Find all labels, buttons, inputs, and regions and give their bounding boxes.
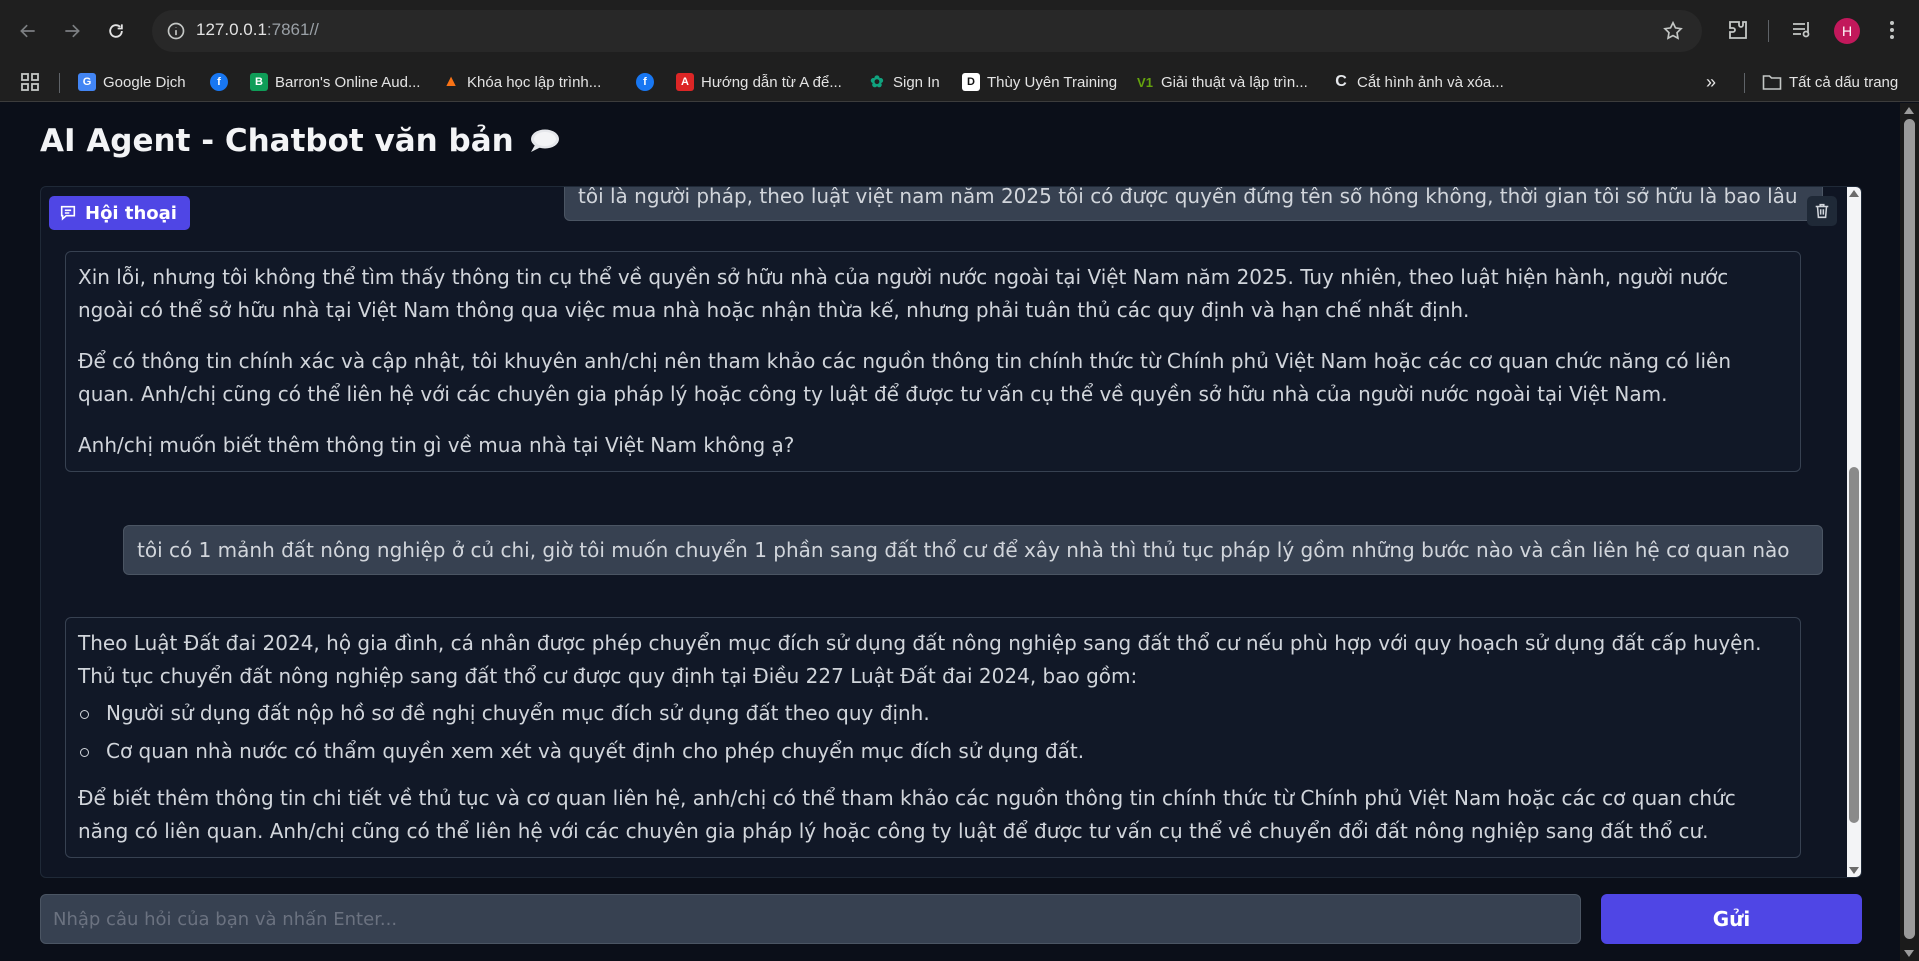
send-button[interactable]: Gửi — [1601, 894, 1862, 944]
speech-bubble-icon — [530, 129, 559, 152]
message-paragraph: Theo Luật Đất đai 2024, hộ gia đình, cá … — [78, 631, 1762, 688]
scroll-thumb[interactable] — [1904, 119, 1915, 939]
bookmark-thuy-uyen[interactable]: D Thùy Uyên Training — [962, 70, 1117, 94]
bookmark-label: Giải thuật và lập trìn... — [1161, 73, 1308, 91]
message-paragraph: Để biết thêm thông tin chi tiết về thủ t… — [78, 786, 1736, 843]
profile-avatar[interactable]: H — [1834, 18, 1860, 44]
bookmark-khoa-hoc[interactable]: ▲ Khóa học lập trình... — [442, 70, 601, 94]
book-icon: A — [676, 73, 694, 91]
chat-panel[interactable]: Hội thoại tôi là người pháp, theo luật v… — [40, 186, 1862, 878]
scroll-up-arrow[interactable] — [1904, 107, 1914, 114]
all-bookmarks-label: Tất cả dấu trang — [1789, 73, 1899, 91]
bookmark-label: Google Dịch — [103, 73, 186, 91]
message-text: tôi có 1 mảnh đất nông nghiệp ở củ chi, … — [137, 537, 1790, 562]
barrons-icon: B — [250, 73, 268, 91]
list-item: Người sử dụng đất nộp hồ sơ đề nghị chuy… — [78, 697, 1788, 730]
training-icon: D — [962, 73, 980, 91]
forward-button[interactable] — [52, 11, 92, 51]
folder-icon — [1762, 75, 1782, 90]
extensions-icon[interactable] — [1726, 18, 1750, 42]
bookmark-google-dich[interactable]: G Google Dịch — [78, 70, 186, 94]
site-info-icon[interactable] — [166, 21, 186, 41]
list-item: Cơ quan nhà nước có thẩm quyền xem xét v… — [78, 735, 1788, 768]
browser-toolbar: 127.0.0.1:7861// H — [0, 0, 1919, 62]
page-scrollbar[interactable] — [1900, 103, 1919, 961]
clear-chat-button[interactable] — [1807, 196, 1837, 226]
menu-kebab-icon[interactable] — [1880, 18, 1904, 42]
more-bookmarks-chevron-icon[interactable]: » — [1706, 70, 1716, 94]
bookmarks-divider — [1744, 73, 1745, 93]
message-text: tôi là người pháp, theo luật việt nam nă… — [578, 186, 1798, 208]
bookmark-label: Barron's Online Aud... — [275, 73, 421, 91]
bookmark-barrons[interactable]: B Barron's Online Aud... — [250, 70, 420, 94]
page-title: AI Agent - Chatbot văn bản — [40, 123, 560, 159]
chat-icon — [60, 205, 76, 221]
bookmark-label: Thùy Uyên Training — [987, 73, 1118, 91]
page-title-text: AI Agent - Chatbot văn bản — [40, 123, 514, 159]
address-bar[interactable]: 127.0.0.1:7861// — [152, 10, 1702, 52]
facebook-icon: f — [210, 73, 228, 91]
bookmarks-bar: G Google Dịch f B Barron's Online Aud...… — [0, 62, 1919, 102]
toolbar-divider — [1768, 20, 1769, 42]
bookmarks-divider — [59, 73, 60, 93]
c-icon: C — [1335, 73, 1347, 90]
bookmark-cat-hinh[interactable]: C Cắt hình ảnh và xóa... — [1332, 70, 1504, 94]
bot-message: Xin lỗi, nhưng tôi không thể tìm thấy th… — [65, 251, 1801, 472]
message-paragraph: Để có thông tin chính xác và cập nhật, t… — [78, 349, 1732, 406]
bookmark-huong-dan[interactable]: A Hướng dẫn từ A để... — [676, 70, 842, 94]
bookmark-giai-thuat[interactable]: V1 Giải thuật và lập trìn... — [1136, 70, 1308, 94]
scroll-thumb[interactable] — [1849, 467, 1859, 823]
facebook-icon: f — [636, 73, 654, 91]
scroll-up-arrow[interactable] — [1849, 190, 1859, 197]
media-control-icon[interactable] — [1790, 18, 1814, 42]
bookmark-sign-in[interactable]: ✿ Sign In — [868, 70, 940, 94]
message-paragraph: Anh/chị muốn biết thêm thông tin gì về m… — [78, 433, 795, 457]
apps-grid-button[interactable] — [20, 70, 40, 94]
question-input[interactable] — [40, 894, 1581, 944]
url-text: 127.0.0.1:7861// — [196, 20, 319, 39]
bookmark-label: Khóa học lập trình... — [467, 73, 602, 91]
bookmark-facebook-2[interactable]: f — [636, 70, 654, 94]
chat-label-text: Hội thoại — [85, 202, 177, 224]
all-bookmarks-button[interactable]: Tất cả dấu trang — [1762, 70, 1898, 94]
trash-icon — [1815, 203, 1829, 219]
bookmark-label: Sign In — [893, 73, 940, 91]
back-button[interactable] — [8, 11, 48, 51]
scroll-down-arrow[interactable] — [1904, 950, 1914, 957]
google-translate-icon: G — [78, 73, 96, 91]
bookmark-facebook-1[interactable]: f — [210, 70, 228, 94]
message-paragraph: Xin lỗi, nhưng tôi không thể tìm thấy th… — [78, 265, 1729, 322]
chat-label-badge: Hội thoại — [49, 196, 190, 230]
bookmark-star-icon[interactable] — [1662, 20, 1684, 42]
user-message: tôi là người pháp, theo luật việt nam nă… — [564, 186, 1823, 221]
bookmark-label: Cắt hình ảnh và xóa... — [1357, 73, 1504, 91]
steps-list: Người sử dụng đất nộp hồ sơ đề nghị chuy… — [78, 697, 1788, 768]
page-content: AI Agent - Chatbot văn bản Hội thoại tôi… — [0, 103, 1900, 961]
vl-icon: V1 — [1137, 74, 1153, 90]
user-message: tôi có 1 mảnh đất nông nghiệp ở củ chi, … — [123, 525, 1823, 575]
flame-icon: ▲ — [443, 73, 459, 90]
chat-scrollbar[interactable] — [1847, 187, 1861, 877]
bookmark-label: Hướng dẫn từ A để... — [701, 73, 842, 91]
reload-button[interactable] — [96, 11, 136, 51]
bot-message: Theo Luật Đất đai 2024, hộ gia đình, cá … — [65, 617, 1801, 858]
scroll-down-arrow[interactable] — [1849, 867, 1859, 874]
apps-grid-icon — [21, 73, 39, 91]
openai-icon: ✿ — [870, 74, 884, 91]
